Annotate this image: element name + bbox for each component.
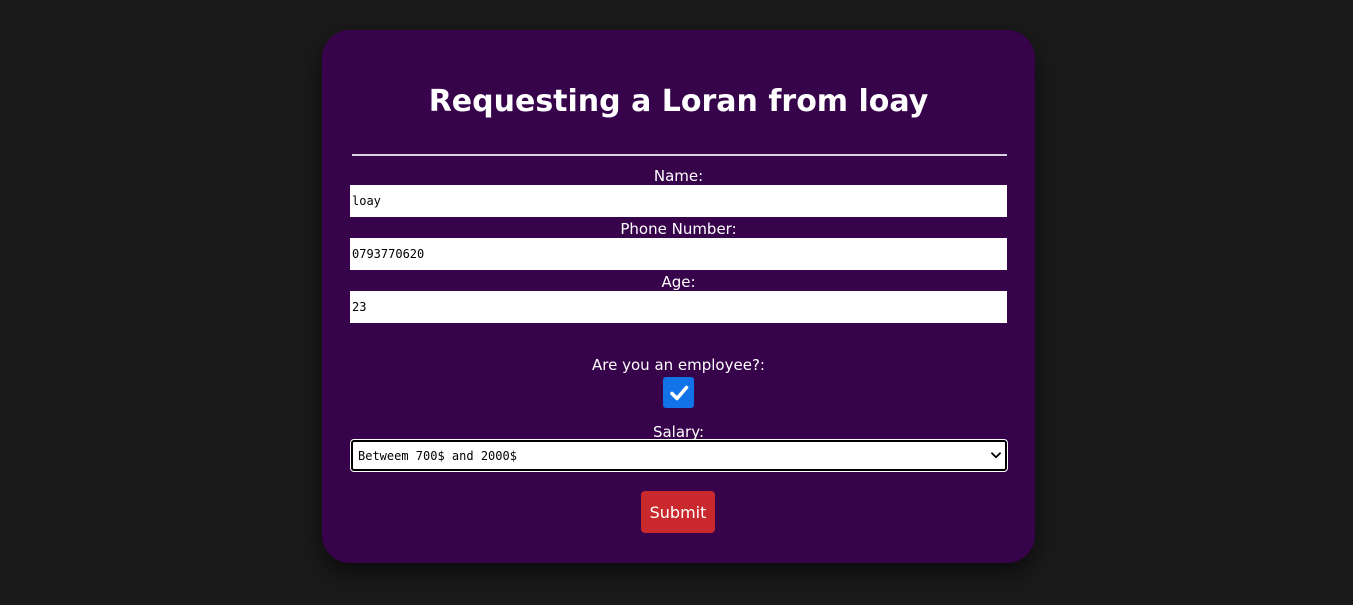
employee-checkbox[interactable] [663,377,694,408]
name-label: Name: [653,167,704,185]
age-label: Age: [661,273,696,291]
salary-label: Salary: [652,423,705,441]
employee-label: Are you an employee?: [592,356,765,374]
title-divider [352,154,1007,156]
phone-label: Phone Number: [620,220,737,238]
chevron-down-icon [991,452,1001,459]
loan-request-card: Requesting a Loran from loay Name: Phone… [322,30,1035,563]
age-input[interactable] [350,291,1007,323]
phone-input[interactable] [350,238,1007,270]
salary-selected-value: Betweem 700$ and 2000$ [358,448,517,463]
name-input[interactable] [350,185,1007,217]
salary-select[interactable]: Betweem 700$ and 2000$ [350,439,1008,472]
form-title: Requesting a Loran from loay [428,84,929,119]
checkmark-icon [669,385,688,400]
submit-button[interactable]: Submit [641,491,715,533]
